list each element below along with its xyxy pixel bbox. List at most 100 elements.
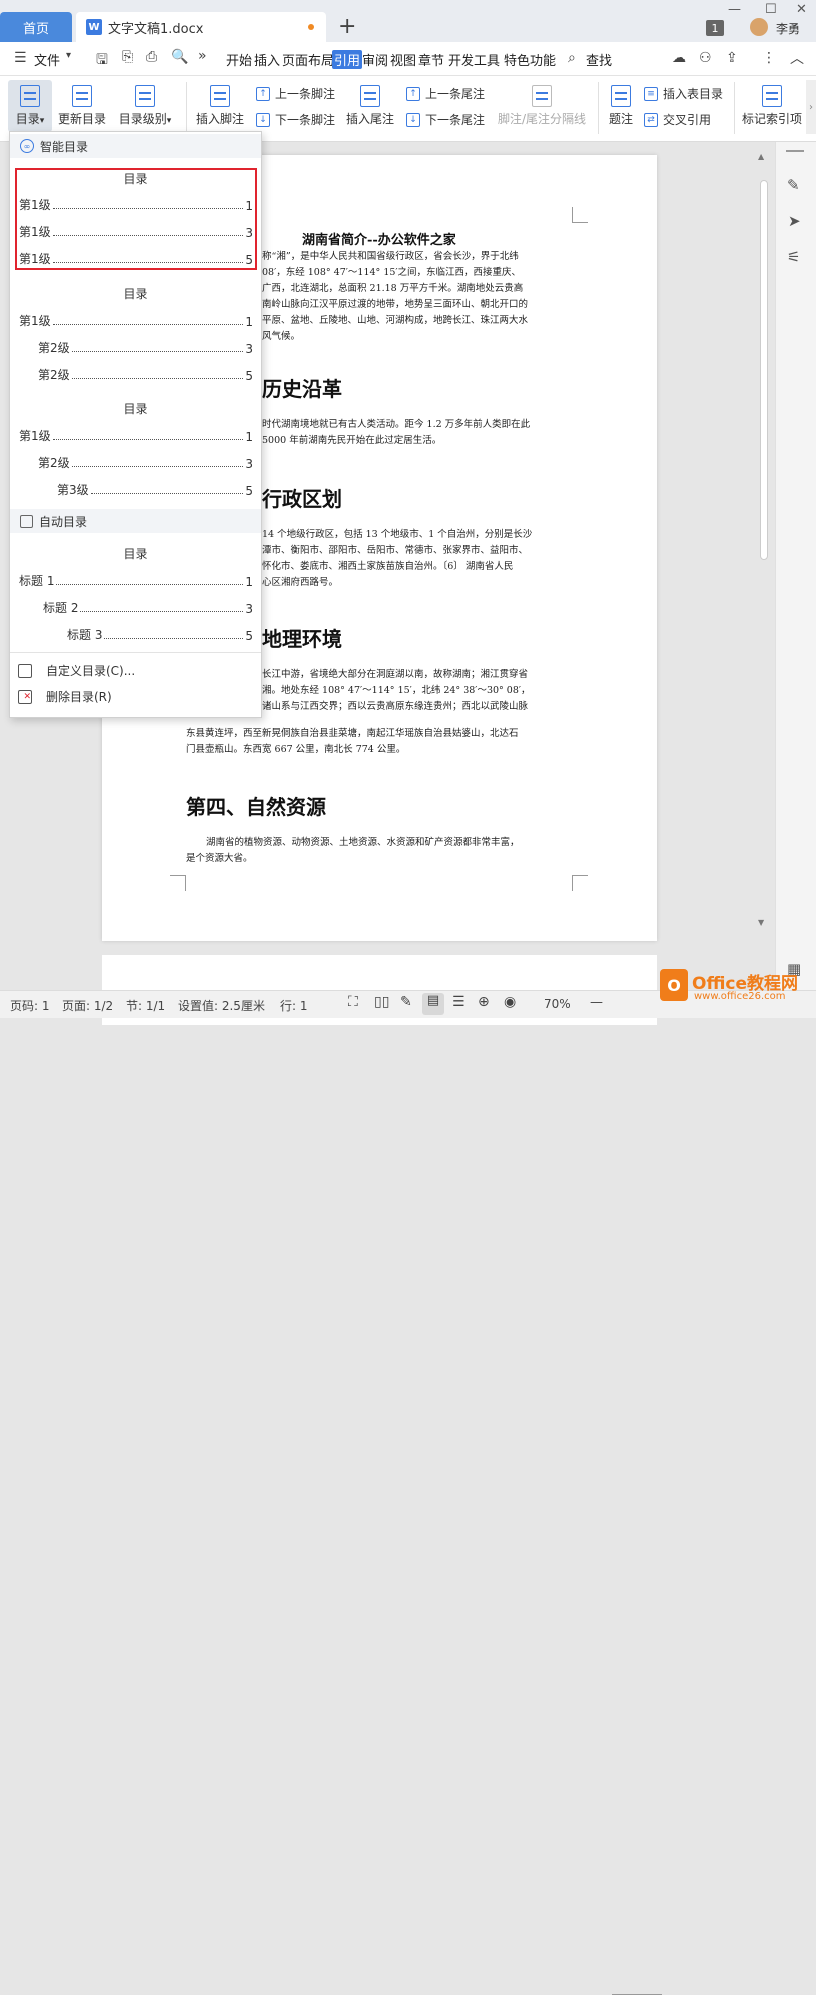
fullscreen-icon[interactable]: ⛶: [348, 994, 358, 1010]
tab-home[interactable]: 首页: [0, 12, 72, 42]
read-mode-icon[interactable]: ▯▯: [374, 994, 389, 1010]
toc-style1-line[interactable]: 第1级 5: [19, 250, 253, 267]
menu-item-references[interactable]: 引用: [332, 50, 363, 69]
eye-protection-icon[interactable]: ◉: [504, 994, 516, 1010]
menu-item-start[interactable]: 开始: [226, 50, 252, 69]
panel-collapse-icon[interactable]: [786, 150, 804, 152]
close-icon[interactable]: ✕: [796, 2, 807, 17]
next-endnote-label: 下一条尾注: [425, 113, 486, 127]
toc-style2-line[interactable]: 第2级 3: [38, 339, 253, 356]
cross-reference-button[interactable]: ⇄ 交叉引用: [644, 111, 711, 128]
window-count-badge[interactable]: 1: [706, 20, 724, 36]
next-endnote-button[interactable]: ↓ 下一条尾注: [406, 111, 485, 128]
smart-toc-label: 智能目录: [40, 139, 89, 154]
export-pdf-icon[interactable]: ⎘: [122, 49, 133, 65]
save-icon[interactable]: 🖫: [96, 49, 108, 73]
menu-item-features[interactable]: 特色功能: [504, 50, 556, 69]
toc-style3-line[interactable]: 第2级 3: [38, 454, 253, 471]
cursor-icon[interactable]: ➤: [788, 212, 801, 230]
insert-endnote-button[interactable]: 插入尾注: [342, 82, 398, 127]
status-row[interactable]: 行: 1: [280, 997, 308, 1014]
ribbon-scroll-right-icon[interactable]: ›: [806, 80, 816, 134]
status-section[interactable]: 节: 1/1: [126, 997, 165, 1014]
next-footnote-label: 下一条脚注: [275, 113, 336, 127]
status-page-number[interactable]: 页码: 1: [10, 997, 50, 1014]
menu-item-developer[interactable]: 开发工具: [448, 50, 500, 69]
restore-icon[interactable]: ☐: [765, 2, 777, 17]
next-endnote-icon: ↓: [406, 112, 420, 127]
menu-item-review[interactable]: 审阅: [362, 50, 388, 69]
menu-bar: ☰ 文件 ▾ 🖫 ⎘ ⎙ 🔍 » 开始 插入 页面布局 引用 审阅 视图 章节 …: [0, 42, 816, 76]
scroll-down-arrow-icon[interactable]: ▼: [758, 918, 764, 927]
prev-footnote-button[interactable]: ↑ 上一条脚注: [256, 85, 335, 102]
avatar[interactable]: [750, 18, 768, 36]
status-page-count[interactable]: 页面: 1/2: [62, 997, 113, 1014]
toc-style3-line[interactable]: 第1级 1: [19, 427, 253, 444]
file-menu[interactable]: 文件: [34, 50, 60, 69]
collaborate-icon[interactable]: ⚇: [699, 50, 712, 66]
page-corner-mark: [170, 875, 186, 891]
heading-resources: 第四、自然资源: [186, 795, 326, 819]
menu-item-page-layout[interactable]: 页面布局: [282, 50, 334, 69]
toc-button[interactable]: 目录▾: [8, 82, 52, 127]
delete-toc-menu-item[interactable]: ✕ 删除目录(R): [18, 688, 112, 705]
search-icon[interactable]: ⌕: [568, 50, 576, 66]
edit-pen-icon[interactable]: ✎: [400, 994, 412, 1010]
toc-level-button[interactable]: 目录级别▾: [114, 82, 176, 127]
print-icon[interactable]: ⎙: [146, 49, 157, 65]
next-footnote-button[interactable]: ↓ 下一条脚注: [256, 111, 335, 128]
toc-style2-line[interactable]: 第1级 1: [19, 312, 253, 329]
collapse-ribbon-icon[interactable]: ︿: [790, 48, 804, 68]
status-setting[interactable]: 设置值: 2.5厘米: [178, 997, 265, 1014]
search-button[interactable]: 查找: [586, 50, 612, 69]
toc-style3-line[interactable]: 第3级 5: [57, 481, 253, 498]
more-chevron-icon[interactable]: »: [198, 48, 207, 64]
new-tab-plus-icon[interactable]: +: [338, 14, 356, 39]
zoom-level[interactable]: 70%: [544, 997, 571, 1011]
more-options-icon[interactable]: ⋮: [762, 50, 776, 66]
smart-toc-section: ∞ 智能目录: [10, 134, 261, 158]
share-icon[interactable]: ⇪: [726, 50, 738, 66]
pen-icon[interactable]: ✎: [787, 176, 800, 194]
separator-line-button[interactable]: 脚注/尾注分隔线: [494, 82, 590, 127]
minimize-icon[interactable]: —: [728, 2, 741, 17]
chevron-down-icon[interactable]: ▾: [66, 50, 71, 61]
paragraph-resources: 湖南省的植物资源、动物资源、土地资源、水资源和矿产资源都非常丰富， 是个资源大省。: [186, 837, 520, 864]
cross-reference-icon: ⇄: [644, 112, 658, 127]
prev-endnote-button[interactable]: ↑ 上一条尾注: [406, 85, 485, 102]
update-toc-button[interactable]: 更新目录: [56, 82, 108, 127]
toc-auto-line[interactable]: 标题 11: [19, 572, 253, 589]
document-title: 湖南省简介--办公软件之家: [302, 233, 456, 248]
zoom-out-icon[interactable]: —: [590, 995, 603, 1010]
watermark-url: www.office26.com: [694, 991, 786, 1002]
toc-style2-line[interactable]: 第2级 5: [38, 366, 253, 383]
menu-item-chapter[interactable]: 章节: [418, 50, 444, 69]
web-view-icon[interactable]: ⊕: [478, 994, 490, 1010]
heading-geography: 地理环境: [262, 627, 342, 651]
cloud-icon[interactable]: ☁: [672, 50, 686, 66]
update-toc-label: 更新目录: [57, 112, 106, 126]
custom-toc-icon: [18, 663, 32, 678]
toc-style1-line[interactable]: 第1级 1: [19, 196, 253, 213]
insert-footnote-button[interactable]: 插入脚注: [192, 82, 248, 127]
toc-auto-heading: 目录: [123, 547, 148, 561]
print-preview-icon[interactable]: 🔍: [171, 49, 188, 65]
user-name[interactable]: 李勇: [776, 20, 800, 37]
menu-item-view[interactable]: 视图: [390, 50, 416, 69]
outline-view-icon[interactable]: ☰: [452, 994, 465, 1010]
hamburger-menu-icon[interactable]: ☰: [14, 50, 27, 66]
toc-auto-line[interactable]: 标题 35: [67, 626, 253, 643]
menu-item-insert[interactable]: 插入: [254, 50, 280, 69]
page-view-icon[interactable]: ▤: [422, 993, 444, 1015]
settings-sliders-icon[interactable]: ⚟: [787, 248, 800, 266]
scroll-up-arrow-icon[interactable]: ▲: [758, 152, 764, 161]
vertical-scrollbar-thumb[interactable]: [760, 180, 768, 560]
mark-index-button[interactable]: 标记索引项: [740, 82, 804, 127]
toc-level-label: 目录级别: [118, 112, 167, 126]
custom-toc-menu-item[interactable]: 自定义目录(C)...: [18, 662, 135, 679]
toc-auto-line[interactable]: 标题 23: [43, 599, 253, 616]
caption-button[interactable]: 题注: [604, 82, 638, 127]
tab-document[interactable]: W 文字文稿1.docx: [76, 12, 326, 42]
insert-table-of-figures-button[interactable]: ≡ 插入表目录: [644, 85, 723, 102]
toc-style1-line[interactable]: 第1级 3: [19, 223, 253, 240]
